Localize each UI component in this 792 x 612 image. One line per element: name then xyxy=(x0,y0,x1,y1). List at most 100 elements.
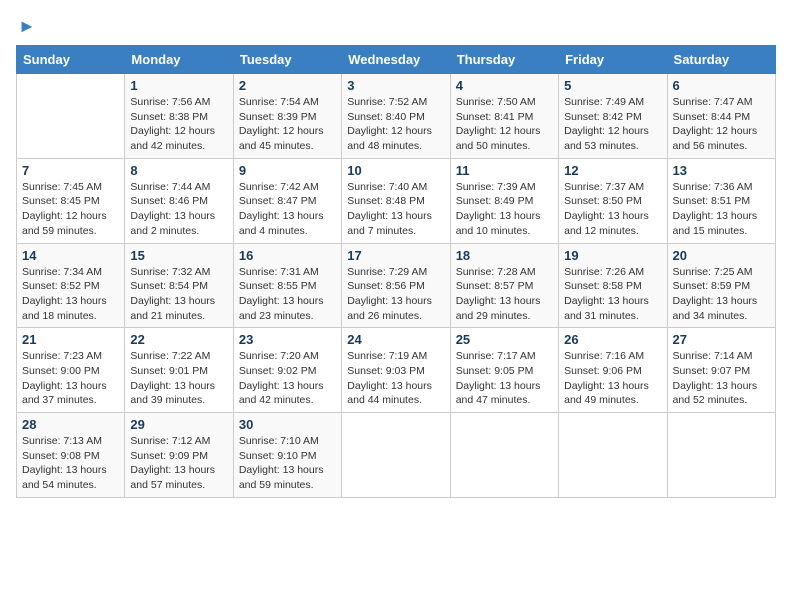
calendar-cell: 20 Sunrise: 7:25 AM Sunset: 8:59 PM Dayli… xyxy=(667,243,775,328)
calendar-header-sunday: Sunday xyxy=(17,46,125,74)
day-info: Sunrise: 7:56 AM Sunset: 8:38 PM Dayligh… xyxy=(130,95,227,154)
day-info: Sunrise: 7:44 AM Sunset: 8:46 PM Dayligh… xyxy=(130,180,227,239)
day-number: 25 xyxy=(456,332,553,347)
day-info: Sunrise: 7:39 AM Sunset: 8:49 PM Dayligh… xyxy=(456,180,553,239)
day-number: 26 xyxy=(564,332,661,347)
calendar-cell: 9Sunrise: 7:42 AM Sunset: 8:47 PM Daylig… xyxy=(233,158,341,243)
calendar-header-row: SundayMondayTuesdayWednesdayThursdayFrid… xyxy=(17,46,776,74)
day-number: 23 xyxy=(239,332,336,347)
day-number: 5 xyxy=(564,78,661,93)
calendar-cell: 10 Sunrise: 7:40 AM Sunset: 8:48 PM Dayli… xyxy=(342,158,450,243)
day-number: 8 xyxy=(130,163,227,178)
calendar-cell: 27 Sunrise: 7:14 AM Sunset: 9:07 PM Dayli… xyxy=(667,328,775,413)
day-info: Sunrise: 7:16 AM Sunset: 9:06 PM Dayligh… xyxy=(564,349,661,408)
day-number: 10 xyxy=(347,163,444,178)
calendar-cell: 30 Sunrise: 7:10 AM Sunset: 9:10 PM Dayli… xyxy=(233,413,341,498)
calendar-cell: 21Sunrise: 7:23 AM Sunset: 9:00 PM Dayli… xyxy=(17,328,125,413)
day-info: Sunrise: 7:40 AM Sunset: 8:48 PM Dayligh… xyxy=(347,180,444,239)
calendar-cell: 1 Sunrise: 7:56 AM Sunset: 8:38 PM Daylig… xyxy=(125,74,233,159)
day-number: 17 xyxy=(347,248,444,263)
day-info: Sunrise: 7:20 AM Sunset: 9:02 PM Dayligh… xyxy=(239,349,336,408)
calendar-header-friday: Friday xyxy=(559,46,667,74)
calendar-cell: 13 Sunrise: 7:36 AM Sunset: 8:51 PM Dayli… xyxy=(667,158,775,243)
day-number: 29 xyxy=(130,417,227,432)
calendar-cell: 5 Sunrise: 7:49 AM Sunset: 8:42 PM Daylig… xyxy=(559,74,667,159)
calendar-header-wednesday: Wednesday xyxy=(342,46,450,74)
day-info: Sunrise: 7:42 AM Sunset: 8:47 PM Dayligh… xyxy=(239,180,336,239)
day-info: Sunrise: 7:52 AM Sunset: 8:40 PM Dayligh… xyxy=(347,95,444,154)
calendar-cell xyxy=(450,413,558,498)
day-info: Sunrise: 7:17 AM Sunset: 9:05 PM Dayligh… xyxy=(456,349,553,408)
day-number: 22 xyxy=(130,332,227,347)
calendar-cell: 12Sunrise: 7:37 AM Sunset: 8:50 PM Dayli… xyxy=(559,158,667,243)
day-info: Sunrise: 7:26 AM Sunset: 8:58 PM Dayligh… xyxy=(564,265,661,324)
day-number: 1 xyxy=(130,78,227,93)
day-info: Sunrise: 7:13 AM Sunset: 9:08 PM Dayligh… xyxy=(22,434,119,493)
day-number: 7 xyxy=(22,163,119,178)
calendar-cell: 2 Sunrise: 7:54 AM Sunset: 8:39 PM Daylig… xyxy=(233,74,341,159)
calendar-cell: 14 Sunrise: 7:34 AM Sunset: 8:52 PM Dayli… xyxy=(17,243,125,328)
calendar-header-saturday: Saturday xyxy=(667,46,775,74)
calendar-header-thursday: Thursday xyxy=(450,46,558,74)
day-info: Sunrise: 7:22 AM Sunset: 9:01 PM Dayligh… xyxy=(130,349,227,408)
calendar-cell: 15 Sunrise: 7:32 AM Sunset: 8:54 PM Dayli… xyxy=(125,243,233,328)
day-info: Sunrise: 7:34 AM Sunset: 8:52 PM Dayligh… xyxy=(22,265,119,324)
day-info: Sunrise: 7:45 AM Sunset: 8:45 PM Dayligh… xyxy=(22,180,119,239)
day-number: 6 xyxy=(673,78,770,93)
day-info: Sunrise: 7:36 AM Sunset: 8:51 PM Dayligh… xyxy=(673,180,770,239)
calendar-cell: 22 Sunrise: 7:22 AM Sunset: 9:01 PM Dayli… xyxy=(125,328,233,413)
day-info: Sunrise: 7:19 AM Sunset: 9:03 PM Dayligh… xyxy=(347,349,444,408)
calendar-cell: 6 Sunrise: 7:47 AM Sunset: 8:44 PM Daylig… xyxy=(667,74,775,159)
day-info: Sunrise: 7:54 AM Sunset: 8:39 PM Dayligh… xyxy=(239,95,336,154)
day-info: Sunrise: 7:37 AM Sunset: 8:50 PM Dayligh… xyxy=(564,180,661,239)
calendar-cell: 16Sunrise: 7:31 AM Sunset: 8:55 PM Dayli… xyxy=(233,243,341,328)
calendar-cell: 8 Sunrise: 7:44 AM Sunset: 8:46 PM Daylig… xyxy=(125,158,233,243)
day-number: 18 xyxy=(456,248,553,263)
day-info: Sunrise: 7:28 AM Sunset: 8:57 PM Dayligh… xyxy=(456,265,553,324)
day-info: Sunrise: 7:31 AM Sunset: 8:55 PM Dayligh… xyxy=(239,265,336,324)
calendar-cell: 29 Sunrise: 7:12 AM Sunset: 9:09 PM Dayli… xyxy=(125,413,233,498)
day-number: 14 xyxy=(22,248,119,263)
calendar-week-row: 28Sunrise: 7:13 AM Sunset: 9:08 PM Dayli… xyxy=(17,413,776,498)
day-number: 20 xyxy=(673,248,770,263)
calendar-cell: 28Sunrise: 7:13 AM Sunset: 9:08 PM Dayli… xyxy=(17,413,125,498)
calendar-cell: 7 Sunrise: 7:45 AM Sunset: 8:45 PM Daylig… xyxy=(17,158,125,243)
calendar-week-row: 7 Sunrise: 7:45 AM Sunset: 8:45 PM Daylig… xyxy=(17,158,776,243)
day-number: 30 xyxy=(239,417,336,432)
calendar-cell: 19 Sunrise: 7:26 AM Sunset: 8:58 PM Dayli… xyxy=(559,243,667,328)
calendar-table: SundayMondayTuesdayWednesdayThursdayFrid… xyxy=(16,45,776,498)
day-info: Sunrise: 7:49 AM Sunset: 8:42 PM Dayligh… xyxy=(564,95,661,154)
calendar-cell: 18 Sunrise: 7:28 AM Sunset: 8:57 PM Dayli… xyxy=(450,243,558,328)
day-number: 19 xyxy=(564,248,661,263)
calendar-week-row: 14 Sunrise: 7:34 AM Sunset: 8:52 PM Dayli… xyxy=(17,243,776,328)
day-number: 4 xyxy=(456,78,553,93)
calendar-header-monday: Monday xyxy=(125,46,233,74)
calendar-cell: 23 Sunrise: 7:20 AM Sunset: 9:02 PM Dayli… xyxy=(233,328,341,413)
calendar-week-row: 21Sunrise: 7:23 AM Sunset: 9:00 PM Dayli… xyxy=(17,328,776,413)
calendar-cell: 24 Sunrise: 7:19 AM Sunset: 9:03 PM Dayli… xyxy=(342,328,450,413)
day-number: 27 xyxy=(673,332,770,347)
calendar-week-row: 1 Sunrise: 7:56 AM Sunset: 8:38 PM Daylig… xyxy=(17,74,776,159)
day-number: 3 xyxy=(347,78,444,93)
calendar-cell xyxy=(342,413,450,498)
day-number: 2 xyxy=(239,78,336,93)
page-header: ► xyxy=(16,16,776,37)
day-info: Sunrise: 7:12 AM Sunset: 9:09 PM Dayligh… xyxy=(130,434,227,493)
calendar-cell: 4 Sunrise: 7:50 AM Sunset: 8:41 PM Daylig… xyxy=(450,74,558,159)
calendar-cell: 17Sunrise: 7:29 AM Sunset: 8:56 PM Dayli… xyxy=(342,243,450,328)
day-number: 13 xyxy=(673,163,770,178)
logo: ► xyxy=(16,16,36,37)
day-number: 24 xyxy=(347,332,444,347)
day-info: Sunrise: 7:10 AM Sunset: 9:10 PM Dayligh… xyxy=(239,434,336,493)
day-info: Sunrise: 7:32 AM Sunset: 8:54 PM Dayligh… xyxy=(130,265,227,324)
day-number: 21 xyxy=(22,332,119,347)
day-info: Sunrise: 7:14 AM Sunset: 9:07 PM Dayligh… xyxy=(673,349,770,408)
calendar-cell: 25 Sunrise: 7:17 AM Sunset: 9:05 PM Dayli… xyxy=(450,328,558,413)
calendar-cell: 11Sunrise: 7:39 AM Sunset: 8:49 PM Dayli… xyxy=(450,158,558,243)
day-number: 15 xyxy=(130,248,227,263)
day-info: Sunrise: 7:25 AM Sunset: 8:59 PM Dayligh… xyxy=(673,265,770,324)
calendar-cell: 26 Sunrise: 7:16 AM Sunset: 9:06 PM Dayli… xyxy=(559,328,667,413)
calendar-cell xyxy=(17,74,125,159)
day-info: Sunrise: 7:47 AM Sunset: 8:44 PM Dayligh… xyxy=(673,95,770,154)
day-info: Sunrise: 7:50 AM Sunset: 8:41 PM Dayligh… xyxy=(456,95,553,154)
